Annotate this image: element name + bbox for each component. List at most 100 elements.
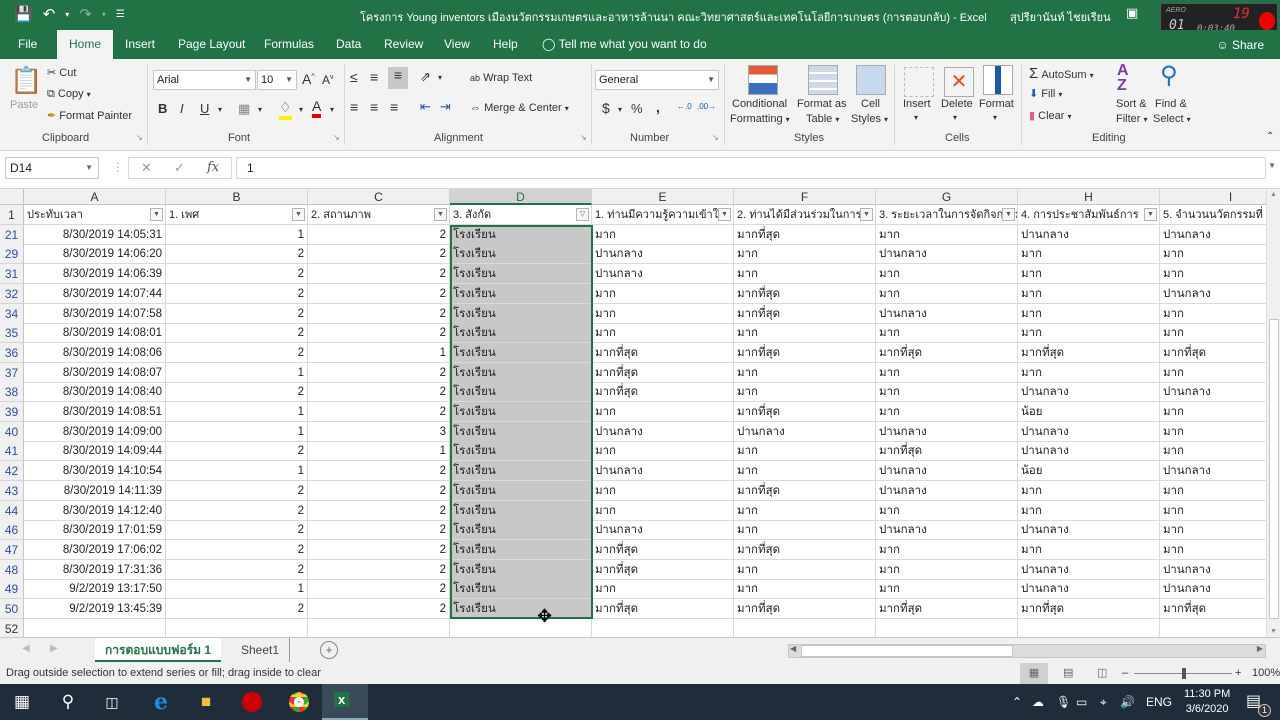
grid-cell[interactable]: 2 bbox=[166, 323, 308, 344]
delete-cells-button[interactable]: Delete bbox=[941, 98, 973, 110]
grid-cell[interactable]: มาก bbox=[1160, 363, 1266, 383]
grid-cell[interactable]: โรงเรียน bbox=[450, 224, 592, 245]
grid-cell[interactable]: ปานกลาง bbox=[1160, 579, 1266, 600]
font-color-dropdown-icon[interactable]: ▾ bbox=[330, 105, 334, 114]
grid-cell[interactable] bbox=[734, 618, 876, 637]
grid-cell[interactable]: ปานกลาง bbox=[734, 421, 876, 442]
grid-cell[interactable]: 2 bbox=[308, 579, 450, 600]
grid-cell[interactable]: มากที่สุด bbox=[592, 342, 734, 363]
column-header-f[interactable]: F bbox=[734, 189, 876, 205]
row-header[interactable]: 42 bbox=[0, 461, 24, 482]
grid-cell[interactable]: มาก bbox=[1160, 264, 1266, 285]
top-align-icon[interactable]: ≤ bbox=[350, 69, 358, 85]
task-view-icon[interactable]: ◫ bbox=[100, 690, 124, 714]
account-name[interactable]: สุปรียานันท์ ไชยเรียน bbox=[1010, 8, 1111, 26]
grid-cell[interactable]: 8/30/2019 14:08:06 bbox=[24, 342, 166, 363]
grid-cell[interactable]: โรงเรียน bbox=[450, 362, 592, 383]
grid-cell[interactable]: โรงเรียน bbox=[450, 382, 592, 403]
grid-cell[interactable]: ปานกลาง bbox=[1160, 560, 1266, 580]
grid-cell[interactable]: ปานกลาง bbox=[1018, 421, 1160, 442]
grid-cell[interactable]: มาก bbox=[1018, 323, 1160, 344]
grid-cell[interactable]: โรงเรียน bbox=[450, 323, 592, 344]
font-size-dropdown[interactable]: 10 ▼ bbox=[257, 70, 297, 90]
grid-cell[interactable]: มาก bbox=[876, 539, 1018, 560]
vertical-scroll-thumb[interactable] bbox=[1269, 319, 1279, 619]
grid-cell[interactable]: 2 bbox=[166, 480, 308, 501]
delete-cells-icon[interactable]: ✕ bbox=[944, 67, 974, 97]
grid-cell[interactable]: มากที่สุด bbox=[734, 224, 876, 245]
grid-cell[interactable]: 1 bbox=[166, 224, 308, 245]
find-select-dropdown[interactable]: Select ▾ bbox=[1153, 113, 1191, 125]
grid-cell[interactable]: มากที่สุด bbox=[1160, 343, 1266, 363]
share-button[interactable]: ☺ Share bbox=[1216, 38, 1264, 52]
align-center-icon[interactable]: ≡ bbox=[370, 99, 378, 115]
grid-cell[interactable]: 1 bbox=[166, 402, 308, 422]
formula-input[interactable]: 1 bbox=[236, 157, 1266, 179]
grid-cell[interactable]: มาก bbox=[592, 303, 734, 324]
grid-cell[interactable]: มาก bbox=[1160, 304, 1266, 324]
filter-dropdown-icon[interactable]: ▼ bbox=[150, 208, 163, 221]
grid-cell[interactable] bbox=[592, 618, 734, 637]
onedrive-icon[interactable]: ☁ bbox=[1032, 684, 1044, 720]
header-cell[interactable]: 3. สังกัด bbox=[450, 205, 592, 225]
grid-cell[interactable]: 2 bbox=[308, 480, 450, 501]
underline-button[interactable]: U bbox=[200, 101, 209, 116]
sheet-tab-responses[interactable]: การตอบแบบฟอร์ม 1 bbox=[95, 638, 222, 662]
grid-cell[interactable]: 8/30/2019 14:07:44 bbox=[24, 283, 166, 304]
grid-cell[interactable]: มาก bbox=[734, 323, 876, 344]
column-header-i[interactable]: I bbox=[1160, 189, 1266, 205]
tab-home[interactable]: Home bbox=[57, 30, 114, 59]
clipboard-launcher-icon[interactable]: ↘ bbox=[136, 133, 143, 142]
grid-cell[interactable]: 8/30/2019 14:06:20 bbox=[24, 244, 166, 265]
align-left-icon[interactable]: ≡ bbox=[350, 99, 358, 115]
undo-dropdown-icon[interactable]: ▾ bbox=[65, 10, 69, 19]
grid-cell[interactable]: โรงเรียน bbox=[450, 599, 592, 619]
wifi-icon[interactable]: ⌖ bbox=[1100, 684, 1107, 720]
grid-cell[interactable]: 2 bbox=[166, 244, 308, 265]
grid-cell[interactable]: 2 bbox=[308, 224, 450, 245]
number-format-dropdown[interactable]: General ▼ bbox=[595, 70, 719, 90]
cell-styles-button[interactable]: Cell bbox=[861, 98, 880, 110]
grid-cell[interactable]: 2 bbox=[308, 520, 450, 541]
grid-cell[interactable]: มาก bbox=[734, 500, 876, 521]
row-header[interactable]: 47 bbox=[0, 539, 24, 560]
currency-button[interactable]: $ bbox=[602, 100, 610, 116]
header-cell[interactable]: 4. การประชาสัมพันธ์การ bbox=[1018, 205, 1160, 225]
grid-cell[interactable]: มาก bbox=[1160, 441, 1266, 462]
bold-button[interactable]: B bbox=[158, 101, 167, 116]
conditional-formatting-button[interactable]: Conditional bbox=[732, 98, 787, 110]
grid-cell[interactable]: ปานกลาง bbox=[1160, 225, 1266, 245]
grid-cell[interactable]: มาก bbox=[1018, 539, 1160, 560]
tab-file[interactable]: File bbox=[14, 30, 41, 59]
grid-cell[interactable]: มาก bbox=[1160, 402, 1266, 422]
vertical-scrollbar[interactable]: ▲ ▼ bbox=[1266, 189, 1280, 637]
grid-cell[interactable]: ปานกลาง bbox=[592, 421, 734, 442]
grid-cell[interactable]: โรงเรียน bbox=[450, 579, 592, 600]
volume-icon[interactable]: 🔊 bbox=[1120, 684, 1135, 720]
zoom-out-button[interactable]: – bbox=[1122, 663, 1128, 684]
grid-cell[interactable]: มาก bbox=[1160, 422, 1266, 442]
grid-cell[interactable] bbox=[1160, 619, 1266, 637]
grid-cell[interactable]: มาก bbox=[1018, 283, 1160, 304]
font-launcher-icon[interactable]: ↘ bbox=[333, 133, 340, 142]
grid-cell[interactable]: ปานกลาง bbox=[876, 480, 1018, 501]
record-icon[interactable] bbox=[1259, 12, 1275, 30]
grid-cell[interactable]: ปานกลาง bbox=[1018, 382, 1160, 403]
next-sheet-icon[interactable]: ▶ bbox=[50, 643, 58, 654]
grid-cell[interactable] bbox=[450, 618, 592, 637]
grid-cell[interactable]: ปานกลาง bbox=[1018, 579, 1160, 600]
grid-cell[interactable]: 8/30/2019 14:05:31 bbox=[24, 224, 166, 245]
grid-cell[interactable]: มากที่สุด bbox=[734, 283, 876, 304]
tab-view[interactable]: View bbox=[440, 30, 474, 59]
grid-cell[interactable]: 8/30/2019 14:09:44 bbox=[24, 441, 166, 462]
header-cell[interactable]: 1. เพศ bbox=[166, 205, 308, 225]
filter-dropdown-icon[interactable]: ▼ bbox=[434, 208, 447, 221]
grid-cell[interactable] bbox=[876, 618, 1018, 637]
grid-cell[interactable]: มากที่สุด bbox=[1018, 599, 1160, 619]
tell-me-search[interactable]: ◯ Tell me what you want to do bbox=[538, 30, 711, 59]
middle-align-icon[interactable]: ≡ bbox=[370, 69, 378, 85]
grid-cell[interactable]: ปานกลาง bbox=[592, 461, 734, 482]
header-cell[interactable]: ประทับเวลา bbox=[24, 205, 166, 225]
row-header[interactable]: 40 bbox=[0, 421, 24, 442]
paste-button[interactable]: Paste bbox=[10, 99, 38, 111]
